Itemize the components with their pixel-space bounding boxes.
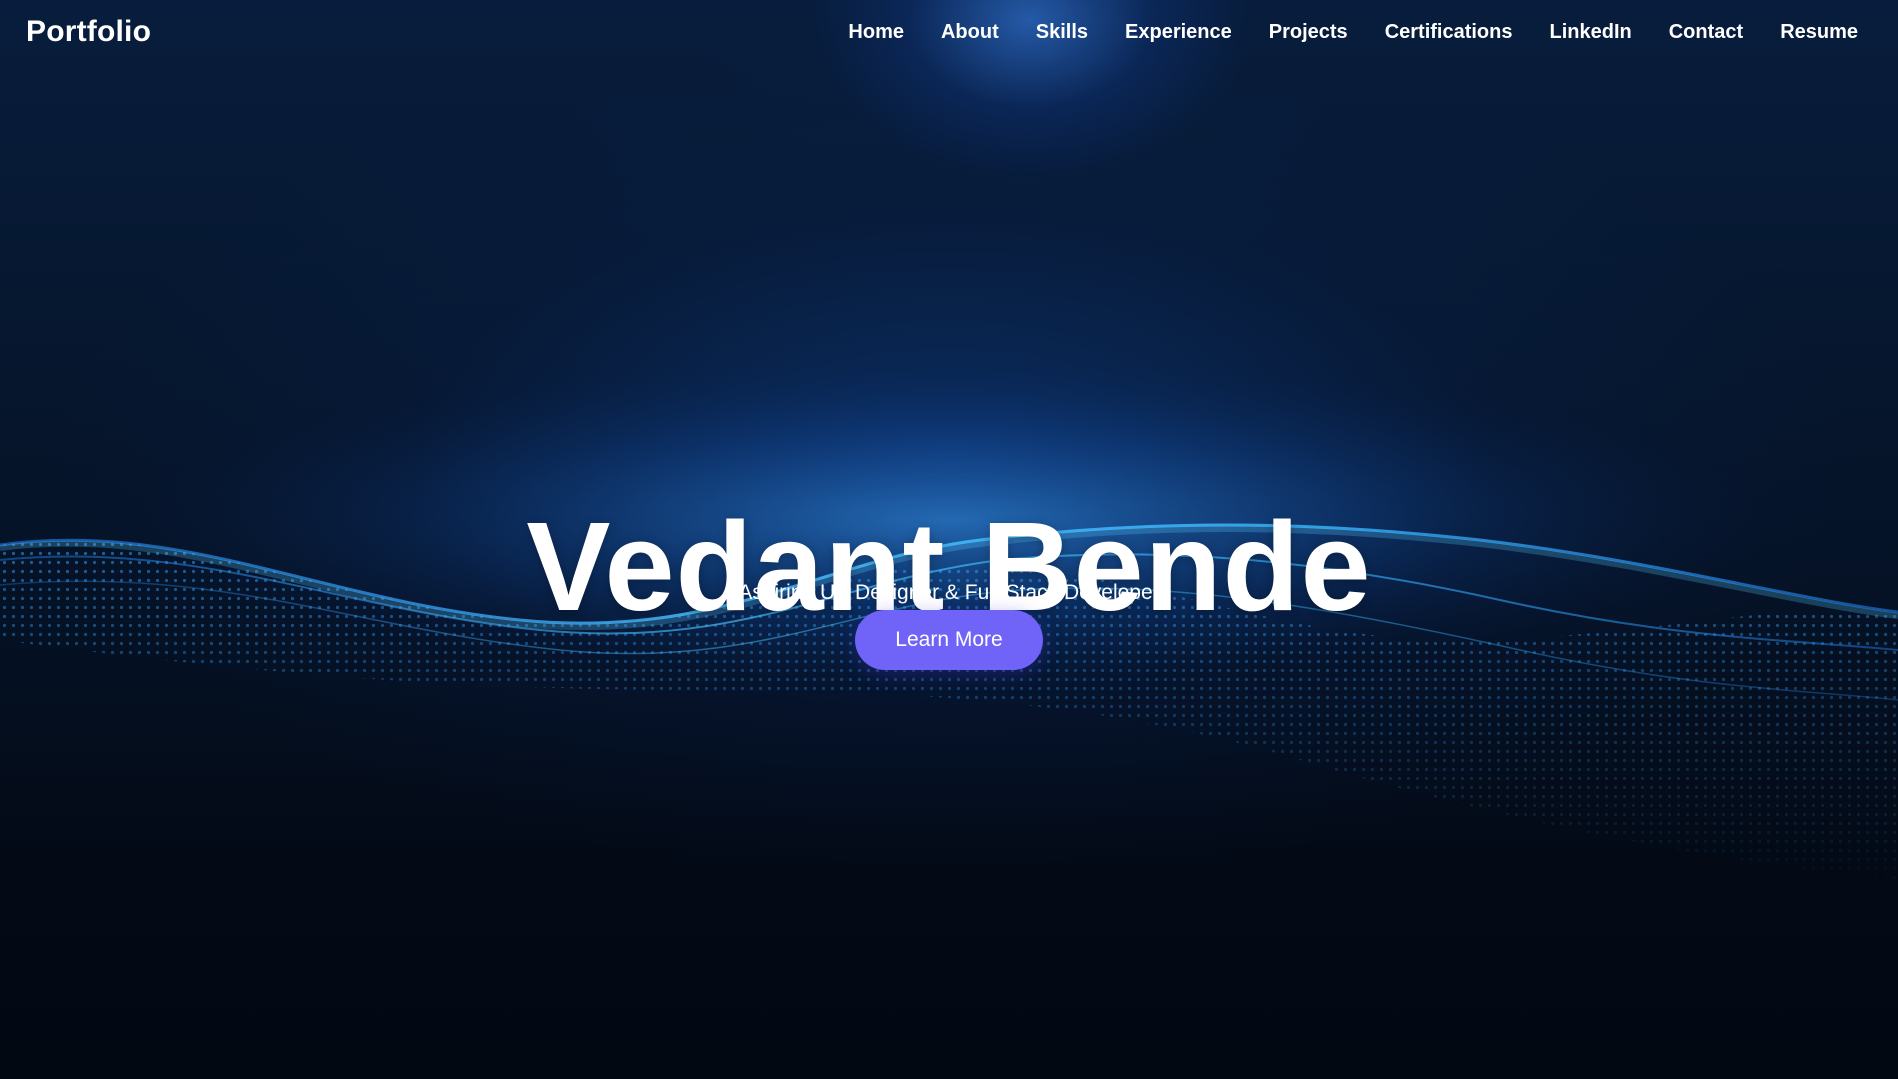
nav-about[interactable]: About (941, 21, 999, 44)
nav-resume[interactable]: Resume (1780, 21, 1858, 44)
nav-projects[interactable]: Projects (1269, 21, 1348, 44)
hero-section: Vedant Bende Aspiring UX Designer & Full… (0, 0, 1898, 1079)
learn-more-button[interactable]: Learn More (855, 610, 1043, 670)
page: Portfolio Home About Skills Experience P… (0, 0, 1898, 1079)
hero-subtitle: Aspiring UX Designer & Full-Stack Develo… (738, 581, 1160, 604)
nav-links: Home About Skills Experience Projects Ce… (848, 21, 1858, 44)
nav-certifications[interactable]: Certifications (1385, 21, 1513, 44)
nav-experience[interactable]: Experience (1125, 21, 1232, 44)
cta-container: Learn More (0, 610, 1898, 670)
nav-home[interactable]: Home (848, 21, 904, 44)
nav-contact[interactable]: Contact (1669, 21, 1743, 44)
nav-linkedin[interactable]: LinkedIn (1550, 21, 1632, 44)
brand-logo[interactable]: Portfolio (26, 15, 151, 49)
nav-skills[interactable]: Skills (1036, 21, 1088, 44)
top-navbar: Portfolio Home About Skills Experience P… (0, 0, 1898, 64)
